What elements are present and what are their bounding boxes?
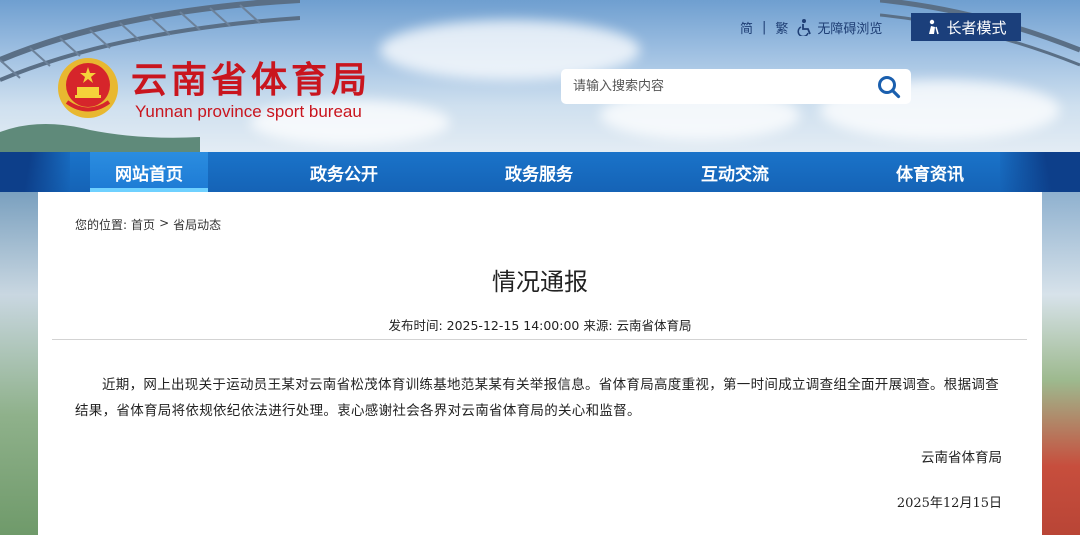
article-signature: 云南省体育局 [921, 450, 1002, 466]
breadcrumb-arrow: > [159, 216, 170, 230]
article-meta: 发布时间: 2025-12-15 14:00:00 来源: 云南省体育局 [388, 318, 692, 333]
header-banner: 云南省体育局 Yunnan province sport bureau 简 | … [0, 0, 1080, 152]
elder-person-icon [929, 19, 940, 35]
site-title: 云南省体育局 [131, 59, 372, 101]
divider [52, 339, 1027, 340]
nav-item-sports-news[interactable]: 体育资讯 [871, 152, 989, 192]
elder-mode-button[interactable]: 长者模式 [911, 13, 1021, 41]
search-input[interactable] [561, 69, 867, 104]
search-box [561, 69, 911, 104]
accessibility-label: 无障碍浏览 [817, 21, 883, 37]
article-title: 情况通报 [492, 268, 588, 296]
accessibility-link[interactable]: 无障碍浏览 [796, 18, 882, 37]
breadcrumb-home-link[interactable]: 首页 [131, 216, 155, 233]
site-subtitle: Yunnan province sport bureau [135, 102, 362, 121]
wheelchair-icon [797, 19, 812, 36]
breadcrumb: 您的位置: 首页 > 省局动态 [75, 216, 225, 233]
side-background-right [1040, 192, 1080, 535]
breadcrumb-prefix: 您的位置: [75, 218, 128, 232]
national-emblem-icon [58, 58, 118, 118]
side-background-left [0, 192, 40, 535]
nav-item-government-services[interactable]: 政务服务 [480, 152, 598, 192]
article-date: 2025年12月15日 [896, 496, 1002, 511]
separator: | [762, 19, 767, 35]
elder-mode-label: 长者模式 [946, 18, 1007, 37]
article-panel: 您的位置: 首页 > 省局动态 情况通报 发布时间: 2025-12-15 14… [38, 192, 1042, 535]
breadcrumb-current-link[interactable]: 省局动态 [173, 216, 221, 233]
nav-item-government-affairs[interactable]: 政务公开 [285, 152, 403, 192]
search-icon [878, 75, 901, 98]
top-links: 简 | 繁 无障碍浏览 [740, 14, 882, 40]
simplified-chinese-link[interactable]: 简 [740, 18, 753, 37]
nav-item-home[interactable]: 网站首页 [90, 152, 208, 192]
search-button[interactable] [867, 69, 911, 104]
article-body: 近期，网上出现关于运动员王某对云南省松茂体育训练基地范某某有关举报信息。省体育局… [75, 377, 999, 419]
traditional-chinese-link[interactable]: 繁 [775, 18, 788, 37]
nav-item-interaction[interactable]: 互动交流 [676, 152, 794, 192]
main-nav: 网站首页 政务公开 政务服务 互动交流 体育资讯 [0, 152, 1080, 192]
